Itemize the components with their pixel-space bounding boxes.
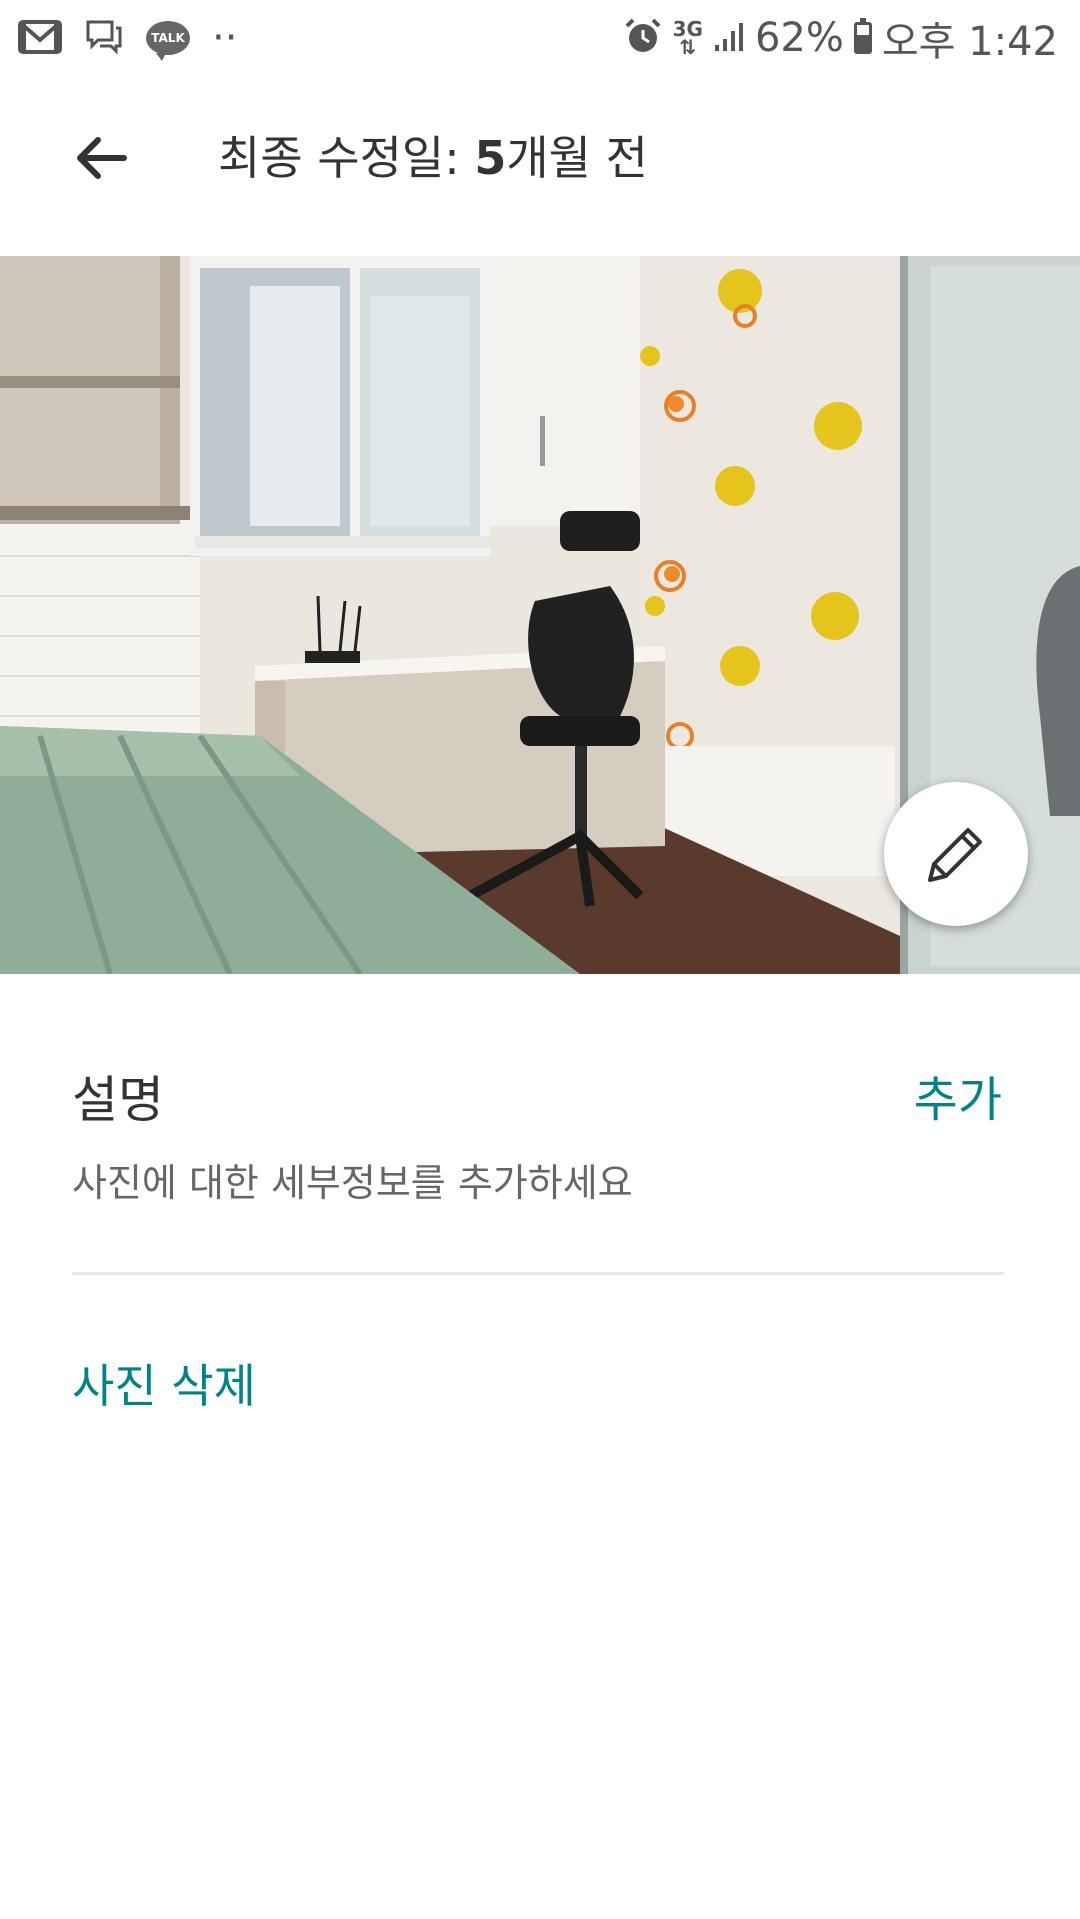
notification-icons: TALK ·· bbox=[18, 15, 259, 61]
system-icons: 3G ⇅ 62% 오후 1:42 bbox=[613, 9, 1058, 67]
battery-icon bbox=[853, 18, 872, 54]
pencil-icon bbox=[928, 828, 982, 882]
alarm-icon bbox=[623, 16, 663, 60]
data-activity-icon: ⇅ bbox=[679, 35, 697, 59]
network-type: 3G ⇅ bbox=[673, 19, 703, 59]
delete-photo-button[interactable]: 사진 삭제 bbox=[72, 1350, 256, 1416]
title-number: 5 bbox=[474, 131, 507, 185]
kakaotalk-label: TALK bbox=[151, 31, 185, 45]
edit-photo-button[interactable] bbox=[884, 782, 1028, 926]
status-bar: TALK ·· 3G ⇅ 62% 오후 1:42 bbox=[0, 0, 1080, 76]
kakaotalk-icon: TALK bbox=[146, 21, 190, 61]
clock: 오후 1:42 bbox=[881, 19, 1058, 65]
add-description-button[interactable]: 추가 bbox=[914, 1060, 1002, 1130]
battery-percent: 62% bbox=[754, 15, 844, 61]
app-bar: 최종 수정일: 5개월 전 bbox=[0, 76, 1080, 236]
page-title: 최종 수정일: 5개월 전 bbox=[218, 122, 648, 188]
description-placeholder: 사진에 대한 세부정보를 추가하세요 bbox=[72, 1161, 633, 1205]
title-suffix: 개월 전 bbox=[506, 131, 648, 185]
title-prefix: 최종 수정일: bbox=[218, 131, 475, 185]
description-title: 설명 bbox=[72, 1071, 164, 1129]
gmail-icon bbox=[18, 18, 62, 58]
more-dots-icon: ·· bbox=[212, 15, 238, 61]
back-button[interactable] bbox=[68, 126, 132, 190]
chat-bubble-icon bbox=[84, 18, 124, 58]
divider bbox=[72, 1272, 1004, 1275]
arrow-back-icon bbox=[77, 137, 127, 179]
battery-level bbox=[856, 34, 869, 51]
signal-icon bbox=[713, 19, 745, 57]
